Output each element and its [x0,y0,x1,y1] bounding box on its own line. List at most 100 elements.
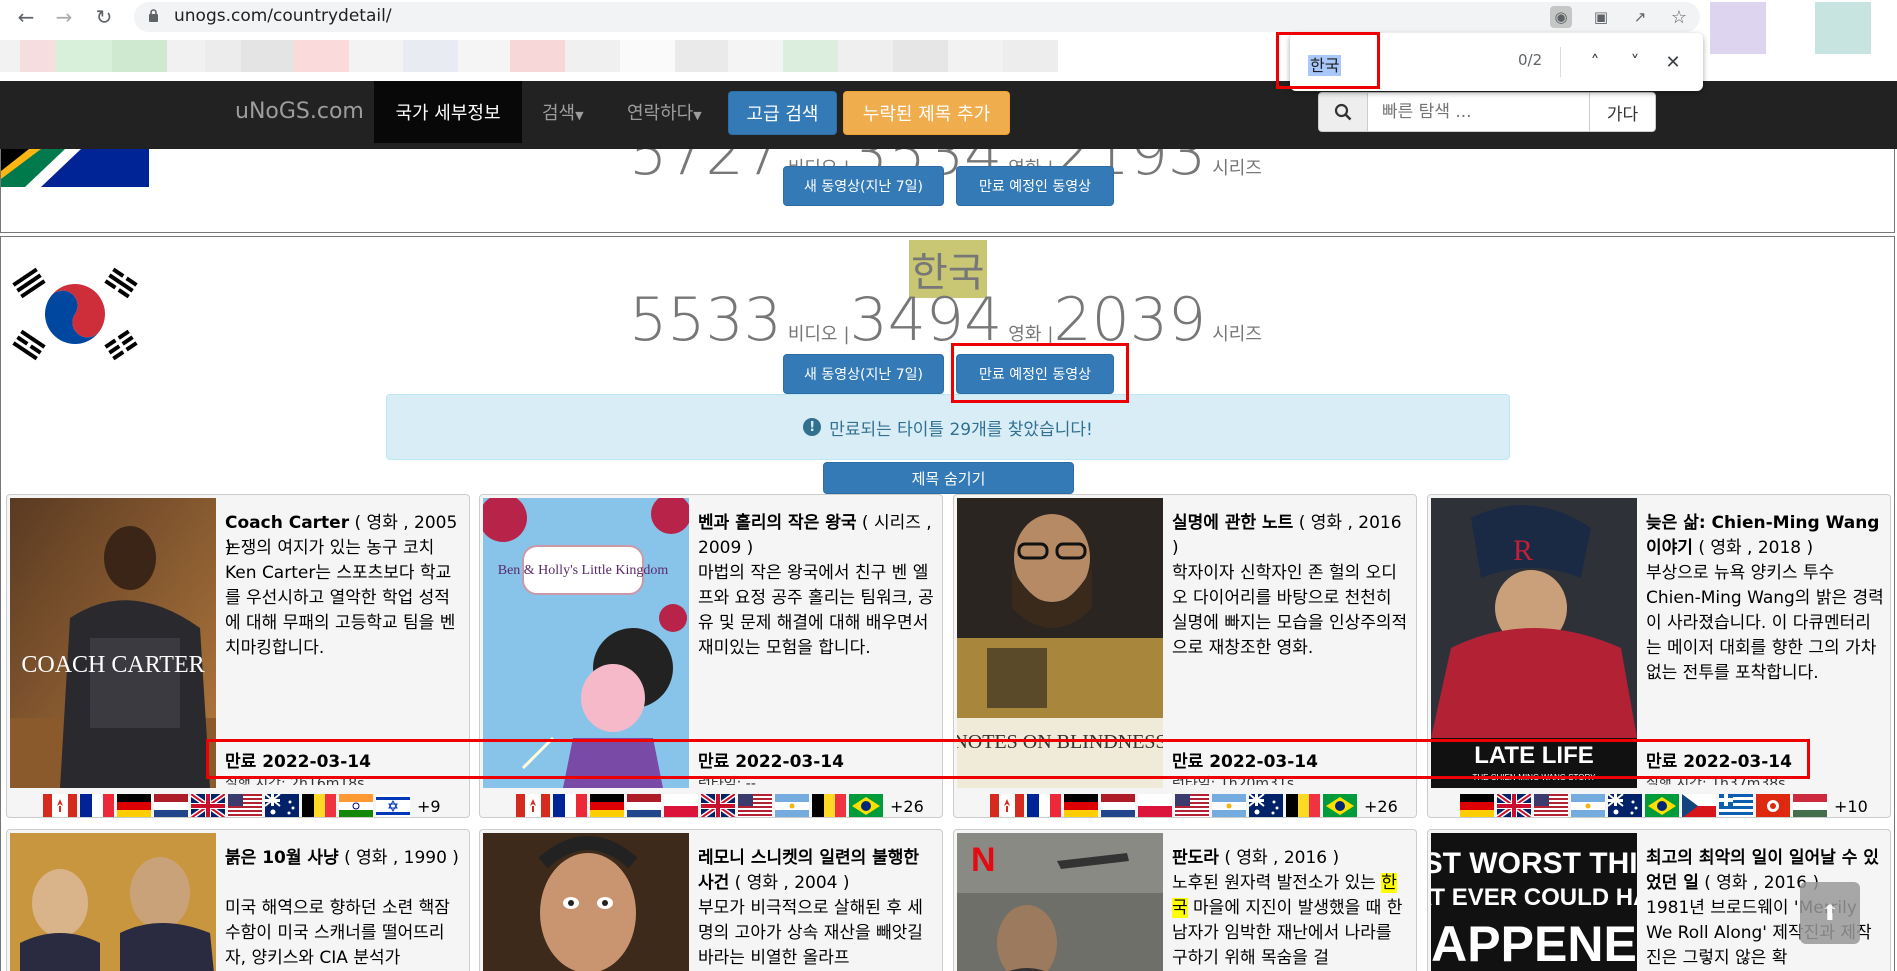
reload-icon[interactable]: ↻ [90,3,118,31]
bookmark-item[interactable] [55,40,112,72]
argentina-flag-icon[interactable] [775,794,809,817]
bookmark-item[interactable] [241,40,294,72]
extension-icon[interactable] [1710,2,1766,54]
find-lens-icon[interactable]: ◉ [1550,6,1572,28]
poster-coach-carter[interactable]: COACH CARTER [10,498,216,788]
more-countries-count[interactable]: +9 [417,797,441,816]
bookmark-item[interactable] [783,40,838,72]
bookmark-item[interactable] [675,40,728,72]
title-card[interactable]: 붉은 10월 사냥 ( 영화 , 1990 ) 미국 해역으로 향하던 소련 핵… [6,829,470,971]
usa-flag-icon[interactable] [1175,794,1209,817]
title-card[interactable]: Ben & Holly's Little Kingdom 벤과 홀리의 작은 왕… [479,494,943,818]
nav-contact-dropdown[interactable]: 연락하다▼ [627,99,702,125]
australia-flag-icon[interactable] [1608,794,1642,817]
germany-flag-icon[interactable] [1460,794,1494,817]
bookmark-item[interactable] [458,40,510,72]
forward-arrow-icon[interactable]: → [50,3,78,31]
bookmark-item[interactable] [1003,40,1058,72]
nav-country-detail[interactable]: 국가 세부정보 [374,81,522,143]
poster-lemony-snicket[interactable] [483,833,689,971]
more-countries-count[interactable]: +10 [1834,797,1868,816]
poster-best-worst-thing[interactable]: BEST WORST THING THAT EVER COULD HAVE HA… [1431,833,1637,971]
poland-flag-icon[interactable] [1138,794,1172,817]
germany-flag-icon[interactable] [1064,794,1098,817]
bookmark-item[interactable] [620,40,675,72]
australia-flag-icon[interactable] [1249,794,1283,817]
brazil-flag-icon[interactable] [849,794,883,817]
poster-ben-holly[interactable]: Ben & Holly's Little Kingdom [483,498,689,788]
argentina-flag-icon[interactable] [1571,794,1605,817]
poster-notes-on-blindness[interactable]: NOTES ON BLINDNESS [957,498,1163,788]
prev-expiring-videos-button[interactable]: 만료 예정인 동영상 [956,166,1114,206]
germany-flag-icon[interactable] [117,794,151,817]
hide-titles-button[interactable]: 제목 숨기기 [823,462,1074,494]
australia-flag-icon[interactable] [265,794,299,817]
netherlands-flag-icon[interactable] [154,794,188,817]
nav-search-dropdown[interactable]: 검색▼ [542,99,584,125]
close-icon[interactable]: ✕ [1660,49,1686,75]
poster-late-life[interactable]: R LATE LIFE THE CHIEN-MING WANG STORY [1431,498,1637,788]
czech-flag-icon[interactable] [1682,794,1716,817]
more-countries-count[interactable]: +26 [1364,797,1398,816]
uk-flag-icon[interactable] [1497,794,1531,817]
add-missing-title-button[interactable]: 누락된 제목 추가 [843,91,1010,135]
share-icon[interactable]: ↗ [1629,6,1651,28]
prev-new-videos-button[interactable]: 새 동영상(지난 7일) [783,166,944,206]
title-card[interactable]: R LATE LIFE THE CHIEN-MING WANG STORY 늦은… [1427,494,1891,818]
uk-flag-icon[interactable] [191,794,225,817]
back-to-top-button[interactable]: ⬆ [1800,882,1860,944]
usa-flag-icon[interactable] [1534,794,1568,817]
canada-flag-icon[interactable] [43,794,77,817]
usa-flag-icon[interactable] [228,794,262,817]
title-card[interactable]: 레모니 스니켓의 일련의 불행한 사건 ( 영화 , 2004 ) 부모가 비극… [479,829,943,971]
poster-pandora[interactable]: N [957,833,1163,971]
uk-flag-icon[interactable] [701,794,735,817]
bookmark-item[interactable] [510,40,565,72]
bookmark-item[interactable] [565,40,620,72]
hong-kong-flag-icon[interactable] [1756,794,1790,817]
bookmark-item[interactable] [838,40,893,72]
bookmark-item[interactable] [20,40,55,72]
israel-flag-icon[interactable] [376,794,410,817]
more-countries-count[interactable]: +26 [890,797,924,816]
france-flag-icon[interactable] [80,794,114,817]
hungary-flag-icon[interactable] [1793,794,1827,817]
belgium-flag-icon[interactable] [1286,794,1320,817]
title-card[interactable]: NOTES ON BLINDNESS 실명에 관한 노트 ( 영화 , 2016… [953,494,1417,818]
back-arrow-icon[interactable]: ← [12,3,40,31]
title-card[interactable]: COACH CARTER Coach Carter ( 영화 , 2005 ) … [6,494,470,818]
netherlands-flag-icon[interactable] [627,794,661,817]
germany-flag-icon[interactable] [590,794,624,817]
bookmark-item[interactable] [205,40,241,72]
advanced-search-button[interactable]: 고급 검색 [728,91,837,135]
bookmark-item[interactable] [294,40,349,72]
bookmark-item[interactable] [403,40,458,72]
find-input[interactable]: 한국 [1308,45,1508,79]
bookmark-item[interactable] [893,40,948,72]
expiring-videos-button[interactable]: 만료 예정인 동영상 [956,354,1114,394]
bookmark-item[interactable] [112,40,167,72]
argentina-flag-icon[interactable] [1212,794,1246,817]
france-flag-icon[interactable] [1027,794,1061,817]
france-flag-icon[interactable] [553,794,587,817]
translate-icon[interactable]: ▣ [1590,6,1612,28]
netherlands-flag-icon[interactable] [1101,794,1135,817]
poland-flag-icon[interactable] [664,794,698,817]
canada-flag-icon[interactable] [516,794,550,817]
bookmark-star-icon[interactable]: ☆ [1668,6,1690,28]
bookmark-item[interactable] [349,40,403,72]
title-card[interactable]: N 판도라 ( 영화 , 2016 ) 노후된 원자력 발전소가 있는 한국 마… [953,829,1417,971]
bookmark-item[interactable] [728,40,783,72]
site-brand[interactable]: uNoGS.com [235,99,364,124]
profile-icon[interactable] [1815,2,1871,54]
greece-flag-icon[interactable] [1719,794,1753,817]
canada-flag-icon[interactable] [990,794,1024,817]
quick-search-input[interactable] [1367,92,1590,132]
belgium-flag-icon[interactable] [302,794,336,817]
chevron-up-icon[interactable]: ˄ [1582,49,1608,75]
belgium-flag-icon[interactable] [812,794,846,817]
search-go-button[interactable]: 가다 [1589,92,1656,132]
usa-flag-icon[interactable] [738,794,772,817]
brazil-flag-icon[interactable] [1645,794,1679,817]
india-flag-icon[interactable] [339,794,373,817]
